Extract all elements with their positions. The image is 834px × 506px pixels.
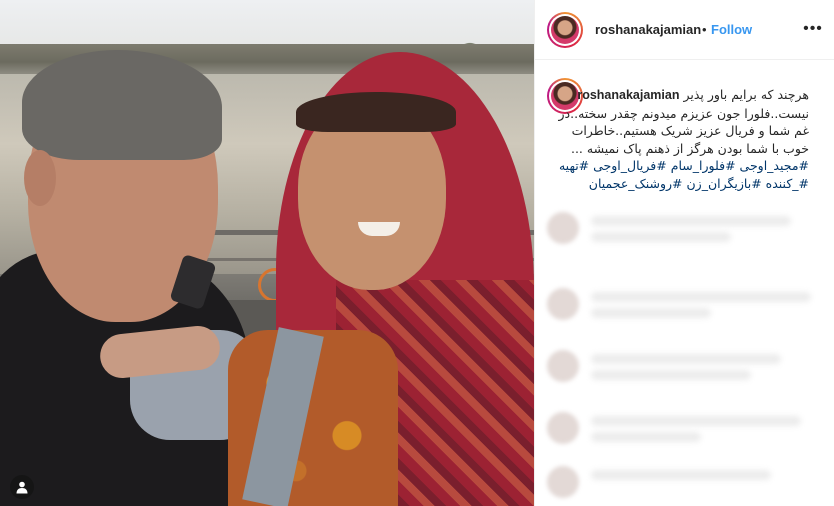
more-options-icon[interactable]: ••• <box>801 17 825 41</box>
caption-line-2: نیست..فلورا جون عزیزم میدونم چقدر سخته..… <box>558 105 809 121</box>
man-hair <box>22 50 222 160</box>
avatar-image <box>551 16 579 44</box>
caption-line-3: غم شما و فریال عزیز شریک هستیم..خاطرات <box>571 123 809 138</box>
caption-username[interactable]: roshanakajamian <box>577 88 679 102</box>
blurred-comment <box>547 212 823 244</box>
caption-hashtags-1[interactable]: #مجید_اوجی #فلورا_سام #فریال_اوجی #تهیه <box>545 157 809 175</box>
man-ear <box>24 150 56 206</box>
blurred-comment <box>547 350 823 382</box>
blurred-comment <box>547 466 823 498</box>
follow-button[interactable]: Follow <box>711 22 752 37</box>
caption-line-1: هرچند که برایم باور پذیر roshanakajamian <box>577 87 809 102</box>
person-icon <box>16 481 28 494</box>
post-sidebar: roshanakajamian • Follow ••• هرچند که بر… <box>534 0 834 506</box>
post-header: roshanakajamian • Follow ••• <box>535 0 834 60</box>
post-photo[interactable] <box>0 0 534 506</box>
tagged-people-button[interactable] <box>10 475 34 499</box>
comment-avatar <box>547 466 579 498</box>
woman-hair <box>296 92 456 132</box>
comment-avatar <box>547 212 579 244</box>
caption-text: هرچند که برایم باور پذیر roshanakajamian… <box>545 86 809 192</box>
comment-avatar <box>547 412 579 444</box>
caption-hashtags-2[interactable]: #_کننده #بازیگران_زن #روشنک_عجمیان <box>545 175 809 193</box>
comment-avatar <box>547 288 579 320</box>
comment-avatar <box>547 350 579 382</box>
separator-dot: • <box>702 22 707 37</box>
blurred-comment <box>547 412 823 444</box>
avatar[interactable] <box>547 12 583 48</box>
caption-line-4: خوب با شما بودن هرگز از ذهنم پاک نمیشه .… <box>570 140 809 156</box>
username-link[interactable]: roshanakajamian <box>595 22 701 37</box>
blurred-comment <box>547 288 823 320</box>
